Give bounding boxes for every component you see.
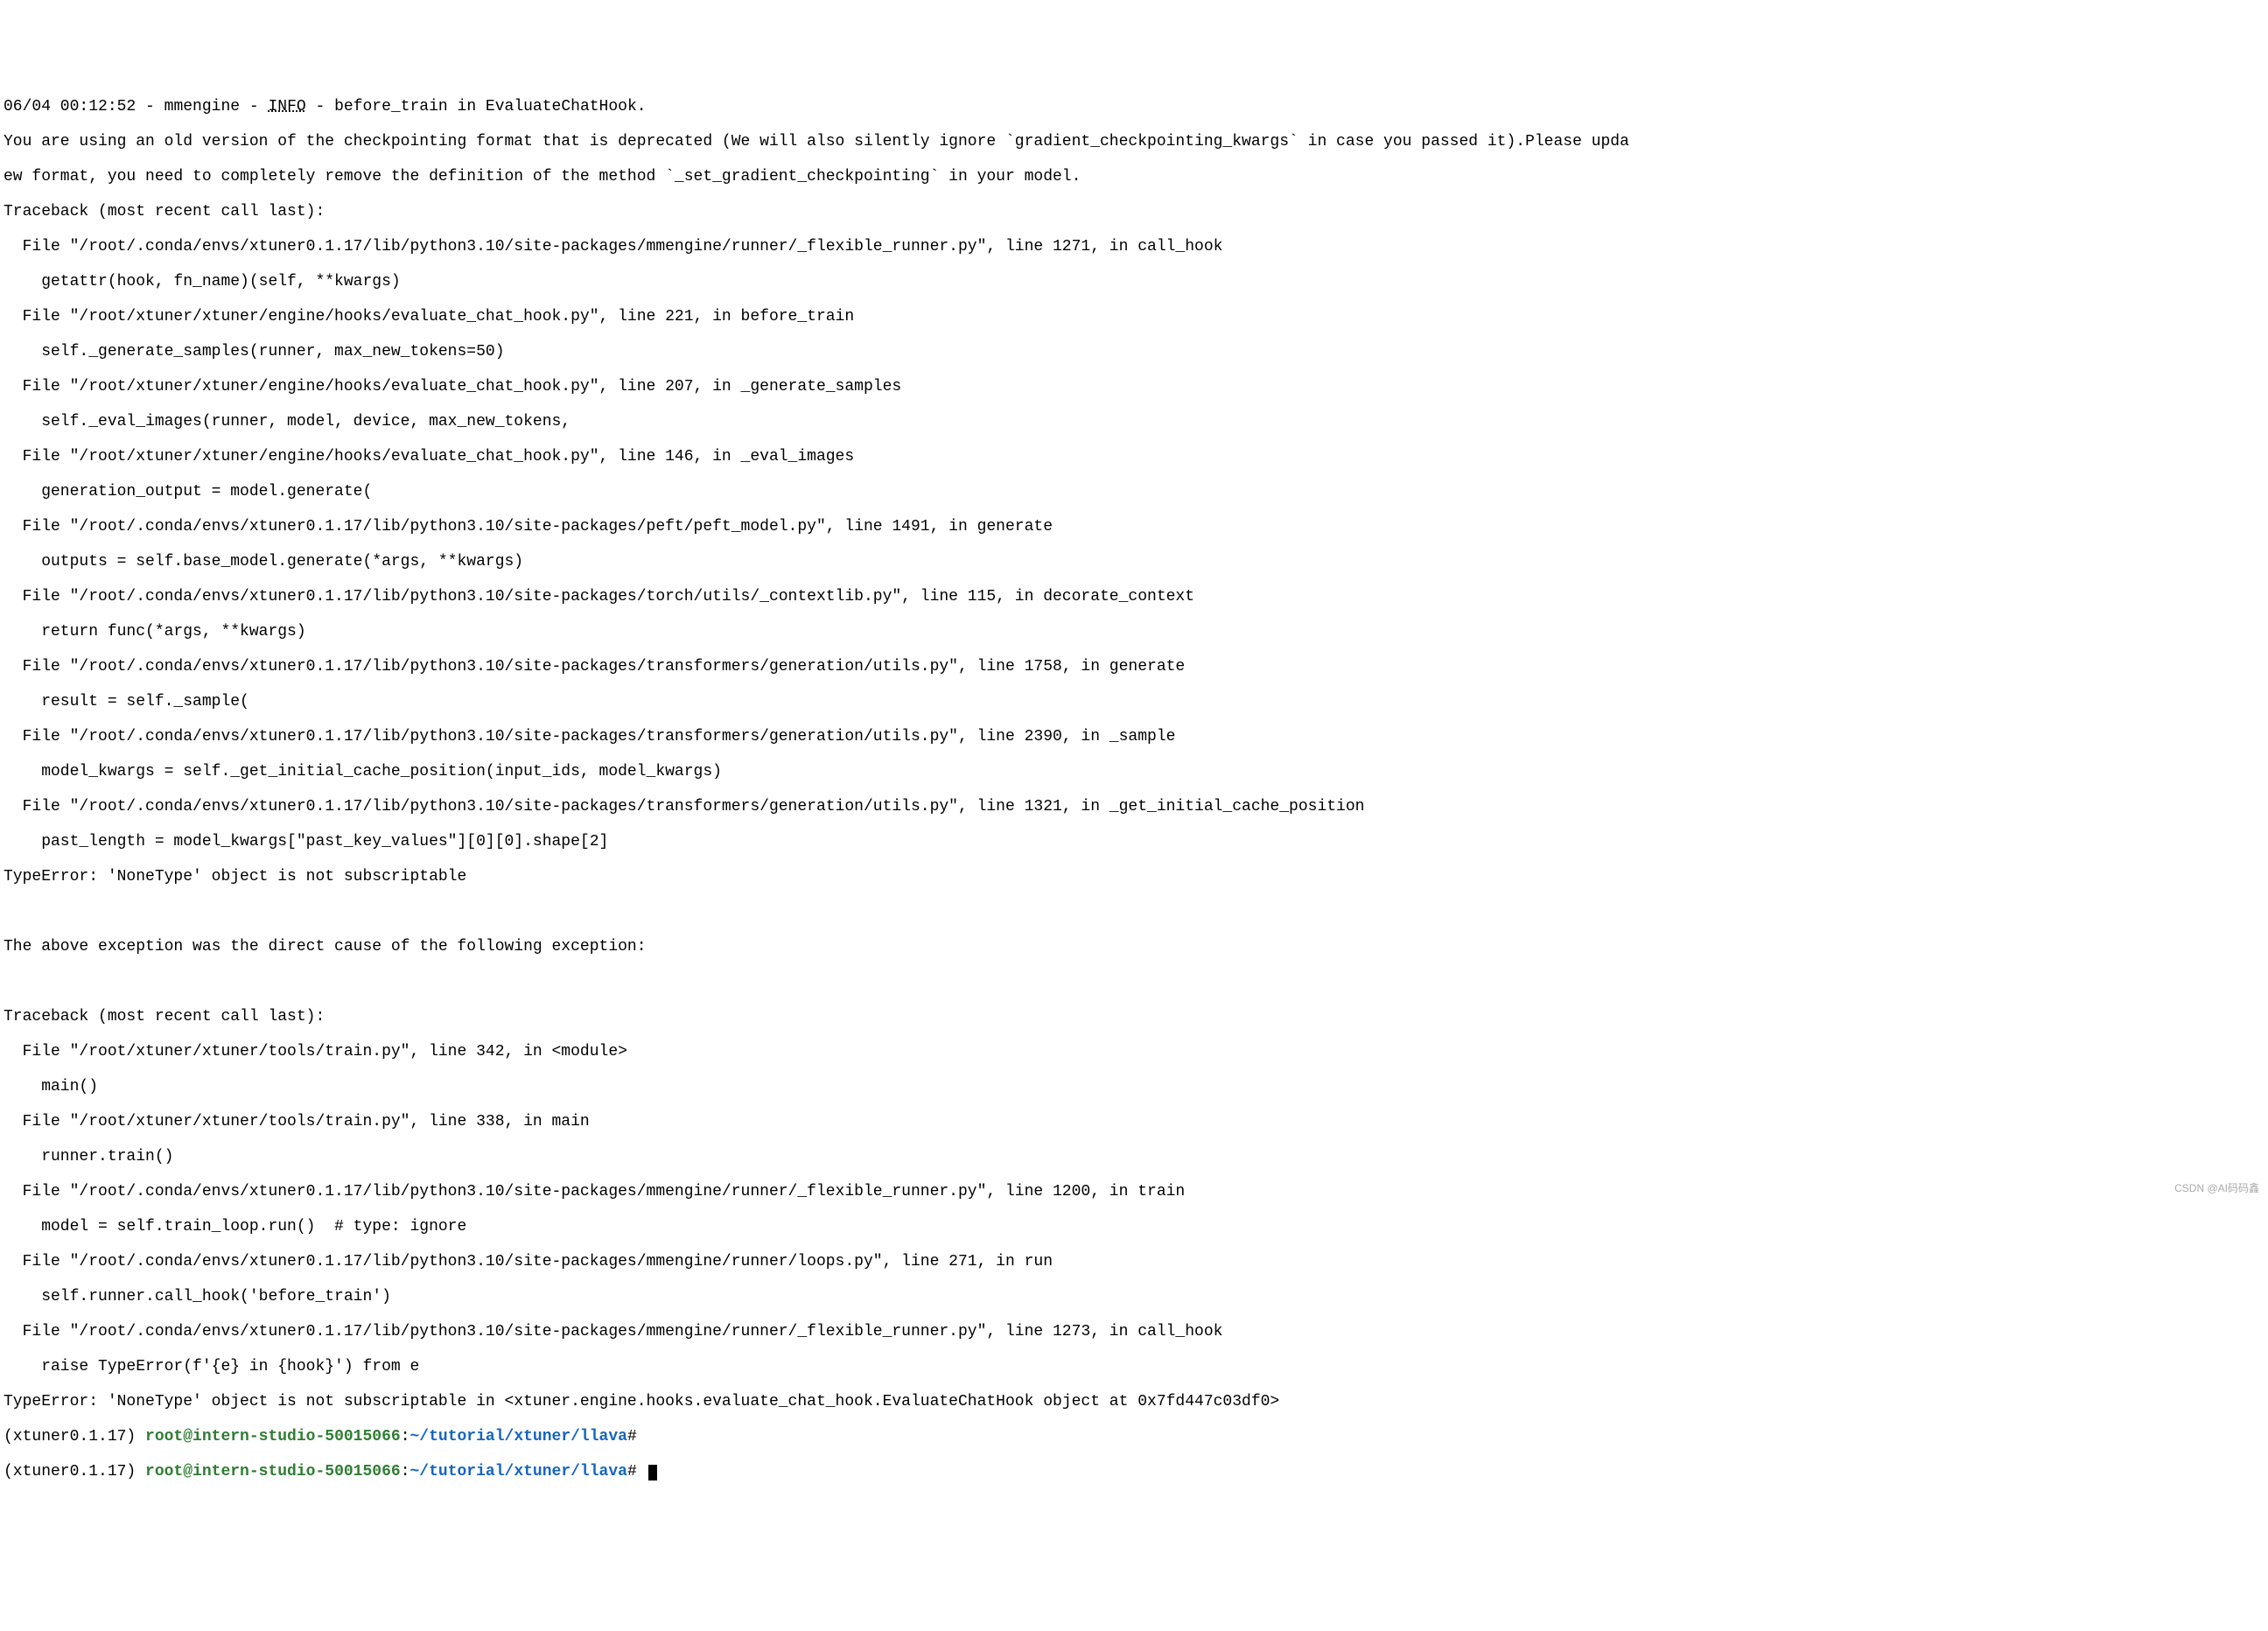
traceback-line: File "/root/.conda/envs/xtuner0.1.17/lib… (4, 728, 2264, 746)
traceback-line: File "/root/.conda/envs/xtuner0.1.17/lib… (4, 1253, 2264, 1270)
traceback-line: File "/root/.conda/envs/xtuner0.1.17/lib… (4, 1323, 2264, 1340)
traceback-line: File "/root/.conda/envs/xtuner0.1.17/lib… (4, 238, 2264, 256)
shell-prompt[interactable]: (xtuner0.1.17) root@intern-studio-500150… (4, 1428, 2264, 1446)
log-timestamp: 06/04 00:12:52 (4, 98, 136, 116)
traceback-line: File "/root/.conda/envs/xtuner0.1.17/lib… (4, 518, 2264, 536)
warning-line: ew format, you need to completely remove… (4, 168, 2264, 186)
traceback-line: File "/root/.conda/envs/xtuner0.1.17/lib… (4, 798, 2264, 816)
traceback-line: result = self._sample( (4, 693, 2264, 710)
env-prefix: (xtuner0.1.17) (4, 1428, 145, 1446)
warning-line: You are using an old version of the chec… (4, 133, 2264, 150)
env-prefix: (xtuner0.1.17) (4, 1463, 145, 1480)
traceback-line: main() (4, 1078, 2264, 1096)
log-line: 06/04 00:12:52 - mmengine - INFO - befor… (4, 98, 2264, 116)
traceback-line: File "/root/.conda/envs/xtuner0.1.17/lib… (4, 658, 2264, 676)
traceback-line: File "/root/.conda/envs/xtuner0.1.17/lib… (4, 588, 2264, 606)
traceback-line: File "/root/xtuner/xtuner/tools/train.py… (4, 1113, 2264, 1130)
shell-prompt[interactable]: (xtuner0.1.17) root@intern-studio-500150… (4, 1463, 2264, 1480)
traceback-line: File "/root/xtuner/xtuner/engine/hooks/e… (4, 308, 2264, 326)
traceback-line: self._eval_images(runner, model, device,… (4, 413, 2264, 430)
traceback-line: past_length = model_kwargs["past_key_val… (4, 833, 2264, 850)
cursor-icon (648, 1465, 657, 1480)
traceback-line: return func(*args, **kwargs) (4, 623, 2264, 640)
exception-separator: The above exception was the direct cause… (4, 938, 2264, 956)
log-message: before_train in EvaluateChatHook. (334, 98, 646, 116)
prompt-user-host: root@intern-studio-50015066 (145, 1463, 401, 1480)
prompt-user-host: root@intern-studio-50015066 (145, 1428, 401, 1446)
blank-line (4, 903, 2264, 920)
prompt-path: ~/tutorial/xtuner/llava (410, 1463, 627, 1480)
traceback-error: TypeError: 'NoneType' object is not subs… (4, 1393, 2264, 1410)
log-module: mmengine (164, 98, 240, 116)
blank-line (4, 973, 2264, 990)
traceback-line: self._generate_samples(runner, max_new_t… (4, 343, 2264, 360)
watermark: CSDN @AI码码鑫 (2174, 1180, 2259, 1197)
traceback-line: outputs = self.base_model.generate(*args… (4, 553, 2264, 570)
traceback-line: model = self.train_loop.run() # type: ig… (4, 1218, 2264, 1236)
traceback-line: self.runner.call_hook('before_train') (4, 1288, 2264, 1306)
traceback-line: raise TypeError(f'{e} in {hook}') from e (4, 1358, 2264, 1376)
traceback-line: generation_output = model.generate( (4, 483, 2264, 500)
traceback-line: File "/root/xtuner/xtuner/engine/hooks/e… (4, 378, 2264, 396)
terminal-output[interactable]: 06/04 00:12:52 - mmengine - INFO - befor… (4, 80, 2264, 1498)
log-level: INFO (268, 98, 305, 116)
traceback-error: TypeError: 'NoneType' object is not subs… (4, 868, 2264, 886)
traceback-header: Traceback (most recent call last): (4, 1008, 2264, 1026)
traceback-header: Traceback (most recent call last): (4, 203, 2264, 220)
traceback-line: runner.train() (4, 1148, 2264, 1166)
traceback-line: File "/root/xtuner/xtuner/engine/hooks/e… (4, 448, 2264, 466)
traceback-line: model_kwargs = self._get_initial_cache_p… (4, 763, 2264, 780)
traceback-line: File "/root/.conda/envs/xtuner0.1.17/lib… (4, 1183, 2264, 1200)
traceback-line: File "/root/xtuner/xtuner/tools/train.py… (4, 1043, 2264, 1060)
traceback-line: getattr(hook, fn_name)(self, **kwargs) (4, 273, 2264, 290)
prompt-path: ~/tutorial/xtuner/llava (410, 1428, 627, 1446)
